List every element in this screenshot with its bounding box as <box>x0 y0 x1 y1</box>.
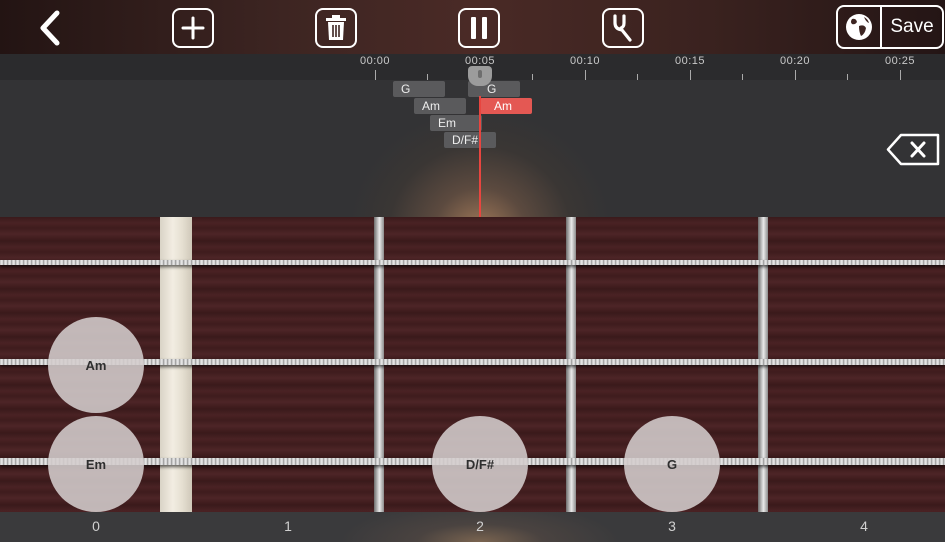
chord-marker[interactable]: D/F# <box>432 416 528 512</box>
globe-icon <box>846 14 872 40</box>
chord-chip-active[interactable]: Am <box>480 98 532 114</box>
back-button[interactable] <box>30 8 70 48</box>
chord-chip[interactable]: Em <box>430 115 482 131</box>
chord-track[interactable] <box>0 80 945 217</box>
tick-major <box>375 70 376 80</box>
back-icon <box>40 10 60 46</box>
time-label: 00:25 <box>884 55 916 67</box>
language-button[interactable] <box>838 7 882 47</box>
chord-chip[interactable]: G <box>393 81 445 97</box>
trash-icon <box>326 15 346 40</box>
fret-number: 3 <box>668 518 676 534</box>
save-button[interactable]: Save <box>882 16 942 38</box>
tick-major <box>900 70 901 80</box>
playhead-line <box>479 96 481 217</box>
chord-chip[interactable]: D/F# <box>444 132 496 148</box>
fret-number-bar: 0 1 2 3 4 <box>0 512 945 542</box>
fret-number: 1 <box>284 518 292 534</box>
pause-button[interactable] <box>458 8 500 48</box>
tuning-fork-icon <box>613 14 632 42</box>
time-label: 00:15 <box>674 55 706 67</box>
fret-number: 4 <box>860 518 868 534</box>
backspace-icon[interactable] <box>886 133 940 166</box>
fretboard[interactable]: Am Em D/F# G <box>0 217 945 512</box>
plus-icon <box>181 16 205 40</box>
chord-marker[interactable]: G <box>624 416 720 512</box>
tick-major <box>795 70 796 80</box>
tick-major <box>585 70 586 80</box>
tick-major <box>690 70 691 80</box>
top-toolbar: Save <box>0 0 945 54</box>
save-group: Save <box>836 5 944 49</box>
tuner-button[interactable] <box>602 8 644 48</box>
fret-number: 2 <box>476 518 484 534</box>
pause-icon <box>471 17 487 39</box>
fret-number: 0 <box>92 518 100 534</box>
chord-chip[interactable]: Am <box>414 98 466 114</box>
playhead-handle[interactable] <box>468 66 492 86</box>
string <box>0 260 945 265</box>
chord-marker[interactable]: Am <box>48 317 144 413</box>
time-label: 00:20 <box>779 55 811 67</box>
delete-button[interactable] <box>315 8 357 48</box>
chord-marker[interactable]: Em <box>48 416 144 512</box>
time-label: 00:00 <box>359 55 391 67</box>
add-button[interactable] <box>172 8 214 48</box>
time-label: 00:10 <box>569 55 601 67</box>
